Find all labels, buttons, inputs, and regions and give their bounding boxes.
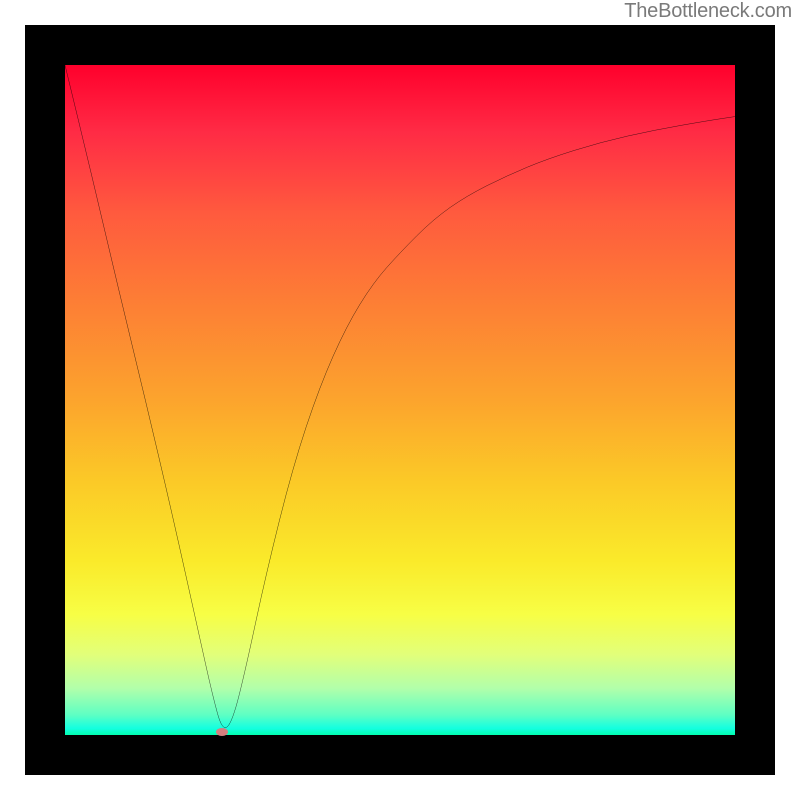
bottleneck-chart: TheBottleneck.com [0, 0, 800, 800]
curve-svg [65, 65, 735, 735]
bottleneck-curve-path [65, 65, 735, 728]
plot-gradient-area [65, 65, 735, 735]
watermark-text: TheBottleneck.com [624, 0, 792, 23]
minimum-marker [216, 728, 228, 736]
plot-frame [25, 25, 775, 775]
